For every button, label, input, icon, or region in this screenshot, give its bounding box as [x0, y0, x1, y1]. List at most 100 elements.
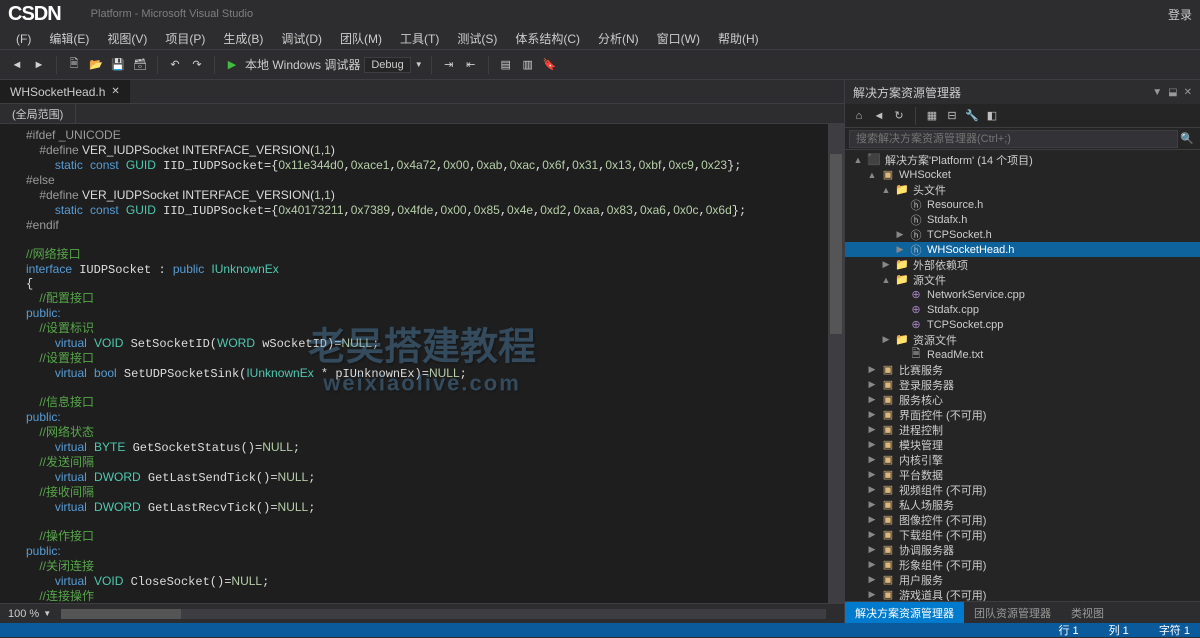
expand-icon[interactable]: ▶: [867, 424, 877, 435]
show-all-icon[interactable]: ▦: [924, 109, 940, 122]
expand-icon[interactable]: ▶: [867, 529, 877, 540]
dropdown-icon[interactable]: ▼: [1152, 87, 1162, 98]
login-button[interactable]: 登录: [1168, 6, 1192, 23]
open-icon[interactable]: 📂: [87, 56, 105, 74]
tree-item[interactable]: ▶▣登录服务器: [845, 377, 1200, 392]
file-tab[interactable]: WHSocketHead.h ✕: [0, 80, 130, 103]
expand-icon[interactable]: ▲: [881, 275, 891, 285]
vertical-scrollbar[interactable]: [828, 124, 844, 603]
pin-icon[interactable]: ⬓: [1168, 87, 1177, 98]
tree-item[interactable]: ▶▣下载组件 (不可用): [845, 527, 1200, 542]
tree-item[interactable]: ⓗStdafx.h: [845, 212, 1200, 227]
menu-item[interactable]: (F): [8, 30, 39, 48]
tree-item[interactable]: ▲📁头文件: [845, 182, 1200, 197]
horizontal-scrollbar[interactable]: [61, 609, 826, 619]
tree-item[interactable]: ⓗResource.h: [845, 197, 1200, 212]
tree-item[interactable]: 🗎ReadMe.txt: [845, 347, 1200, 362]
menu-item[interactable]: 团队(M): [332, 28, 390, 49]
expand-icon[interactable]: ▶: [867, 574, 877, 585]
expand-icon[interactable]: ▶: [867, 439, 877, 450]
code-editor[interactable]: #ifdef _UNICODE #define VER_IUDPSocket I…: [20, 124, 828, 603]
expand-icon[interactable]: ▶: [895, 244, 905, 255]
save-all-icon[interactable]: 🗃: [131, 56, 149, 74]
tree-item[interactable]: ▶▣进程控制: [845, 422, 1200, 437]
menu-item[interactable]: 测试(S): [449, 28, 505, 49]
tree-item[interactable]: ▶📁外部依赖项: [845, 257, 1200, 272]
expand-icon[interactable]: ▶: [867, 454, 877, 465]
tree-item[interactable]: ⊕NetworkService.cpp: [845, 287, 1200, 302]
menu-item[interactable]: 视图(V): [99, 28, 155, 49]
expand-icon[interactable]: ▶: [867, 589, 877, 600]
expand-icon[interactable]: ▶: [867, 484, 877, 495]
expand-icon[interactable]: ▶: [881, 259, 891, 270]
tree-item[interactable]: ▶▣形象组件 (不可用): [845, 557, 1200, 572]
tree-item[interactable]: ▶▣服务核心: [845, 392, 1200, 407]
home-icon[interactable]: ⌂: [851, 110, 867, 122]
expand-icon[interactable]: ▶: [867, 514, 877, 525]
menu-item[interactable]: 帮助(H): [710, 28, 767, 49]
refresh-icon[interactable]: ↻: [891, 109, 907, 122]
menu-item[interactable]: 调试(D): [273, 28, 330, 49]
scope-dropdown[interactable]: (全局范围): [0, 104, 76, 123]
properties-icon[interactable]: 🔧: [964, 109, 980, 122]
save-icon[interactable]: 💾: [109, 56, 127, 74]
menu-item[interactable]: 体系结构(C): [507, 28, 588, 49]
redo-icon[interactable]: ↷: [188, 56, 206, 74]
collapse-icon[interactable]: ⊟: [944, 109, 960, 122]
tree-item[interactable]: ▶▣私人场服务: [845, 497, 1200, 512]
debug-target[interactable]: 本地 Windows 调试器: [245, 56, 360, 73]
expand-icon[interactable]: ▶: [867, 394, 877, 405]
expand-icon[interactable]: ▲: [853, 155, 863, 165]
comment-icon[interactable]: ▤: [497, 56, 515, 74]
tree-item[interactable]: ▶ⓗTCPSocket.h: [845, 227, 1200, 242]
tree-item[interactable]: ▶▣模块管理: [845, 437, 1200, 452]
tree-item[interactable]: ▲⬛解决方案'Platform' (14 个项目): [845, 152, 1200, 167]
close-icon[interactable]: ✕: [111, 86, 119, 97]
uncomment-icon[interactable]: ▥: [519, 56, 537, 74]
menu-item[interactable]: 窗口(W): [649, 28, 708, 49]
tree-item[interactable]: ▶▣用户服务: [845, 572, 1200, 587]
preview-icon[interactable]: ◧: [984, 109, 1000, 122]
tree-item[interactable]: ⊕TCPSocket.cpp: [845, 317, 1200, 332]
tree-item[interactable]: ▶▣图像控件 (不可用): [845, 512, 1200, 527]
expand-icon[interactable]: ▶: [895, 229, 905, 240]
tree-item[interactable]: ▲▣WHSocket: [845, 167, 1200, 182]
tree-item[interactable]: ▶▣游戏道具 (不可用): [845, 587, 1200, 601]
panel-tab[interactable]: 解决方案资源管理器: [845, 602, 964, 623]
tree-item[interactable]: ▶▣视频组件 (不可用): [845, 482, 1200, 497]
run-icon[interactable]: ▶: [223, 56, 241, 74]
tree-item[interactable]: ▲📁源文件: [845, 272, 1200, 287]
zoom-level[interactable]: 100 %: [8, 608, 39, 620]
search-input[interactable]: [849, 130, 1178, 148]
expand-icon[interactable]: ▶: [867, 544, 877, 555]
bookmark-icon[interactable]: 🔖: [541, 56, 559, 74]
panel-tab[interactable]: 类视图: [1061, 602, 1114, 623]
menu-item[interactable]: 项目(P): [157, 28, 213, 49]
expand-icon[interactable]: ▲: [881, 185, 891, 195]
solution-tree[interactable]: ▲⬛解决方案'Platform' (14 个项目)▲▣WHSocket▲📁头文件…: [845, 150, 1200, 601]
tree-item[interactable]: ▶▣比赛服务: [845, 362, 1200, 377]
nav-fwd-icon[interactable]: ►: [30, 56, 48, 74]
menu-item[interactable]: 生成(B): [215, 28, 271, 49]
expand-icon[interactable]: ▶: [881, 334, 891, 345]
tree-item[interactable]: ▶▣界面控件 (不可用): [845, 407, 1200, 422]
tree-item[interactable]: ⊕Stdafx.cpp: [845, 302, 1200, 317]
tree-item[interactable]: ▶▣内核引擎: [845, 452, 1200, 467]
undo-icon[interactable]: ↶: [166, 56, 184, 74]
menu-item[interactable]: 分析(N): [590, 28, 647, 49]
step-icon[interactable]: ⇥: [440, 56, 458, 74]
back-icon[interactable]: ◄: [871, 110, 887, 122]
expand-icon[interactable]: ▶: [867, 469, 877, 480]
expand-icon[interactable]: ▶: [867, 499, 877, 510]
tree-item[interactable]: ▶📁资源文件: [845, 332, 1200, 347]
expand-icon[interactable]: ▶: [867, 409, 877, 420]
nav-back-icon[interactable]: ◄: [8, 56, 26, 74]
tree-item[interactable]: ▶▣协调服务器: [845, 542, 1200, 557]
close-icon[interactable]: ✕: [1184, 87, 1192, 98]
panel-tab[interactable]: 团队资源管理器: [964, 602, 1061, 623]
expand-icon[interactable]: ▶: [867, 379, 877, 390]
tree-item[interactable]: ▶ⓗWHSocketHead.h: [845, 242, 1200, 257]
menu-item[interactable]: 工具(T): [392, 28, 447, 49]
outdent-icon[interactable]: ⇤: [462, 56, 480, 74]
menu-item[interactable]: 编辑(E): [41, 28, 97, 49]
